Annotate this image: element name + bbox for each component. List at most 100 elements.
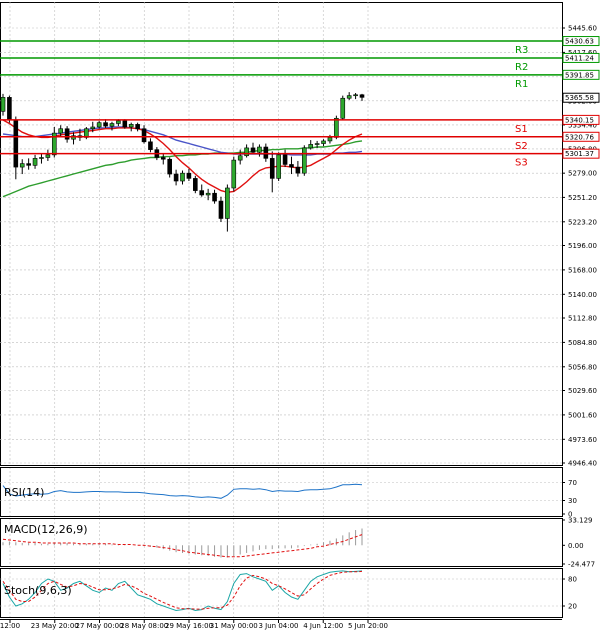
level-value-r3: 5430.63 [565, 38, 594, 46]
candle-body [269, 158, 275, 179]
ma-green-line [2, 140, 363, 198]
price-tick-label: 4973.60 [568, 436, 597, 444]
candle-body [19, 163, 25, 168]
x-axis: 12:00 23 May 20:0027 May 00:0028 May 08:0… [0, 619, 562, 630]
candle-body [173, 173, 179, 182]
level-name-r2: R2 [515, 62, 528, 73]
x-tick-label: 23 May 20:00 [31, 622, 79, 630]
price-tick-label: 5140.00 [568, 291, 597, 299]
candle-body [103, 122, 108, 127]
stoch-tick-label: 80 [568, 576, 577, 584]
candle-body [180, 172, 185, 182]
rsi-pane: 70300RSI(14) [0, 467, 577, 519]
candle-body [314, 143, 320, 145]
level-value-s3: 5301.37 [565, 150, 594, 158]
candle-body [244, 147, 249, 157]
ma-blue-line [2, 126, 363, 156]
candle-body [308, 144, 314, 149]
candle-body [116, 120, 121, 124]
candle-body [218, 200, 224, 219]
stoch-tick-label: 20 [568, 603, 577, 611]
price-tick-label: 5223.20 [568, 218, 597, 226]
candle-body [148, 141, 153, 150]
x-tick-label: 12:00 [0, 622, 20, 630]
rsi-tick-label: 30 [568, 497, 577, 505]
x-tick-label: 29 May 16:00 [165, 622, 213, 630]
x-tick-label: 5 Jun 20:00 [348, 622, 388, 630]
candle-body [353, 94, 358, 97]
candle-body [276, 154, 281, 179]
level-name-s1: S1 [515, 124, 528, 135]
rsi-line [2, 483, 363, 499]
candle-body [225, 187, 230, 219]
candle-body [334, 117, 339, 138]
candle-body [250, 147, 256, 153]
candle-body [199, 190, 205, 196]
candle-body [90, 126, 96, 130]
candle-body [39, 157, 44, 159]
candle-body [160, 157, 166, 160]
candle-body [295, 166, 301, 174]
x-tick-label: 3 Jun 04:00 [258, 622, 298, 630]
level-value-s1: 5340.15 [565, 116, 594, 124]
price-tick-label: 5251.20 [568, 194, 597, 202]
level-name-r1: R1 [515, 79, 528, 90]
candle-body [167, 158, 172, 175]
stoch-title: Stoch(9,6,3) [4, 584, 72, 597]
price-tick-label: 5084.80 [568, 339, 597, 347]
candle-body [96, 122, 102, 128]
candle-body [359, 94, 365, 98]
price-tick-label: 5279.00 [568, 170, 597, 178]
stoch-frame [0, 568, 563, 618]
candle-body [327, 137, 333, 142]
current-price-value: 5365.58 [565, 94, 594, 102]
rsi-title: RSI(14) [4, 486, 44, 499]
price-tick-label: 5112.80 [568, 315, 597, 323]
price-tick-label: 5001.60 [568, 411, 597, 419]
candle-body [186, 172, 192, 179]
rsi-tick-label: 70 [568, 479, 577, 487]
level-name-r3: R3 [515, 45, 528, 56]
price-tick-label: 5029.60 [568, 387, 597, 395]
level-value-r2: 5411.24 [565, 54, 594, 62]
candle-body [212, 192, 217, 202]
chart-canvas: 5445.605417.605389.605362.005334.405306.… [0, 2, 600, 630]
x-tick-label: 27 May 00:00 [75, 622, 123, 630]
price-tick-label: 4946.40 [568, 460, 597, 468]
macd-title: MACD(12,26,9) [4, 523, 88, 536]
price-tick-label: 5056.80 [568, 363, 597, 371]
candle-body [289, 164, 294, 168]
candle-body [257, 146, 262, 153]
candle-body [193, 178, 198, 191]
macd-pane: 33.129 0.00 -24.477 MACD(12,26,9) [0, 517, 595, 569]
candle-body [263, 146, 269, 159]
price-frame [0, 2, 563, 466]
candle-body [58, 128, 63, 134]
candle-body [64, 128, 70, 140]
macd-tick-label: 0.00 [568, 542, 584, 550]
level-name-s2: S2 [515, 141, 528, 152]
level-name-s3: S3 [515, 158, 528, 169]
candle-body [45, 154, 51, 158]
macd-tick-label: 33.129 [568, 517, 593, 525]
candle-body [205, 192, 211, 196]
candle-body [231, 159, 237, 189]
candle-body [26, 163, 31, 166]
candle-body [128, 124, 134, 128]
candle-body [109, 123, 115, 127]
price-pane: 5445.605417.605389.605362.005334.405306.… [0, 2, 600, 617]
x-tick-label: 28 May 08:00 [120, 622, 168, 630]
candle-body [282, 154, 288, 165]
candle-body [135, 124, 140, 130]
candle-body [141, 128, 147, 143]
stoch-pane: 80 20 Stoch(9,6,3) [0, 568, 577, 618]
candle-body [122, 120, 128, 128]
x-tick-label: 31 May 00:00 [210, 622, 258, 630]
candle-body [7, 97, 12, 121]
level-value-r1: 5391.85 [565, 71, 594, 79]
candle-body [237, 155, 243, 161]
price-tick-label: 5168.00 [568, 266, 597, 274]
price-tick-label: 5445.60 [568, 25, 597, 33]
candle-body [346, 95, 352, 99]
macd-tick-label: -24.477 [568, 561, 595, 569]
